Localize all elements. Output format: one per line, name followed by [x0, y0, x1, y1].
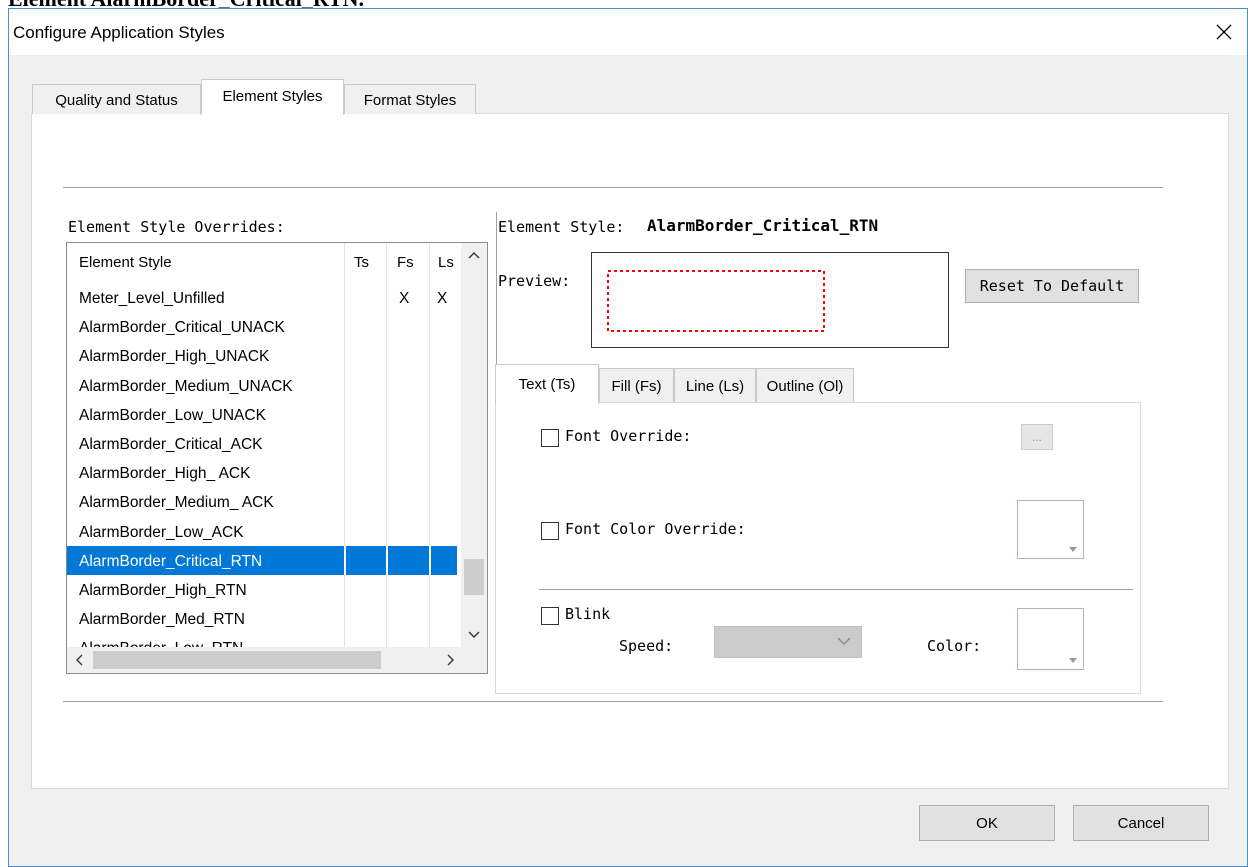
element-style-value: AlarmBorder_Critical_RTN	[647, 216, 879, 235]
tab-format-styles[interactable]: Format Styles	[344, 84, 476, 114]
table-row[interactable]: AlarmBorder_High_RTN	[67, 575, 457, 604]
element-style-label: Element Style:	[498, 218, 625, 236]
preview-box	[591, 252, 949, 348]
dialog-title: Configure Application Styles	[13, 23, 225, 42]
table-row[interactable]: AlarmBorder_Medium_ ACK	[67, 487, 457, 516]
element-style-name: AlarmBorder_Medium_UNACK	[79, 377, 293, 395]
table-row[interactable]: AlarmBorder_Critical_UNACK	[67, 312, 457, 341]
preview-label: Preview:	[498, 272, 571, 290]
element-style-name: AlarmBorder_Low_ACK	[79, 523, 244, 541]
chevron-down-icon	[468, 631, 480, 638]
font-override-label: Font Override:	[565, 427, 692, 445]
cancel-button[interactable]: Cancel	[1073, 805, 1209, 841]
cell-fs: X	[399, 290, 410, 307]
top-divider	[63, 187, 1163, 188]
list-header: Element Style Ts Fs Ls	[67, 243, 454, 281]
table-row[interactable]: AlarmBorder_Low_UNACK	[67, 400, 457, 429]
column-header-ts[interactable]: Ts	[354, 254, 369, 271]
column-header-ls[interactable]: Ls	[438, 254, 454, 271]
element-style-name: AlarmBorder_Critical_ACK	[79, 435, 263, 453]
close-button[interactable]	[1207, 15, 1241, 49]
tab-quality-and-status[interactable]: Quality and Status	[32, 84, 201, 114]
table-row[interactable]: Meter_Level_Unfilled X X	[67, 283, 457, 312]
cell-separator	[429, 545, 431, 575]
scroll-up-button[interactable]	[461, 243, 487, 267]
element-style-name: AlarmBorder_High_RTN	[79, 581, 247, 599]
table-row[interactable]: AlarmBorder_Med_RTN	[67, 604, 457, 633]
table-row[interactable]: AlarmBorder_High_ ACK	[67, 458, 457, 487]
font-override-checkbox[interactable]	[541, 429, 559, 447]
horizontal-scroll-thumb[interactable]	[93, 651, 381, 669]
ok-button[interactable]: OK	[919, 805, 1055, 841]
dropdown-arrow-icon	[1069, 547, 1077, 552]
table-row[interactable]: AlarmBorder_Critical_ACK	[67, 429, 457, 458]
font-color-override-checkbox[interactable]	[541, 522, 559, 540]
font-color-override-label: Font Color Override:	[565, 520, 746, 538]
scroll-left-button[interactable]	[67, 647, 91, 673]
bottom-divider	[63, 701, 1163, 702]
table-row[interactable]: AlarmBorder_Medium_UNACK	[67, 371, 457, 400]
scrollbar-corner	[461, 647, 487, 673]
speed-label: Speed:	[619, 637, 674, 655]
close-icon	[1216, 24, 1232, 40]
cell-ls: X	[437, 290, 448, 307]
blink-label: Blink	[565, 605, 611, 623]
table-row[interactable]: AlarmBorder_Low_ACK	[67, 517, 457, 546]
element-style-name: AlarmBorder_Critical_RTN	[79, 552, 263, 570]
speed-select[interactable]	[714, 626, 862, 658]
list-rows: Meter_Level_Unfilled X X AlarmBorder_Critic…	[67, 283, 457, 662]
blink-checkbox[interactable]	[541, 607, 559, 625]
chevron-up-icon	[468, 252, 480, 259]
column-header-fs[interactable]: Fs	[397, 254, 414, 271]
tab-text[interactable]: Text (Ts)	[495, 364, 599, 404]
horizontal-scrollbar[interactable]	[67, 647, 463, 673]
tab-outline[interactable]: Outline (Ol)	[756, 368, 854, 402]
tab-fill[interactable]: Fill (Fs)	[599, 368, 674, 402]
element-styles-tab-page: Element Style Overrides: Element Style T…	[31, 113, 1229, 789]
blink-color-label: Color:	[927, 637, 982, 655]
element-style-name: AlarmBorder_High_UNACK	[79, 348, 270, 366]
blink-divider	[539, 589, 1133, 590]
element-style-overrides-list[interactable]: Element Style Ts Fs Ls Meter_Level_Unfil…	[66, 242, 488, 674]
overrides-label: Element Style Overrides:	[68, 218, 285, 236]
element-style-name: AlarmBorder_Medium_ ACK	[79, 494, 274, 512]
reset-to-default-button[interactable]: Reset To Default	[965, 269, 1139, 303]
scroll-right-button[interactable]	[439, 647, 463, 673]
alarm-border-preview	[607, 270, 825, 332]
chevron-down-icon	[837, 637, 851, 645]
chevron-left-icon	[76, 654, 83, 666]
title-bar: Configure Application Styles	[9, 9, 1247, 55]
tab-line[interactable]: Line (Ls)	[674, 368, 756, 402]
cell-separator	[386, 545, 388, 575]
dropdown-arrow-icon	[1069, 658, 1077, 663]
vertical-scroll-thumb[interactable]	[464, 559, 484, 595]
vertical-scrollbar[interactable]	[461, 243, 487, 647]
configure-application-styles-dialog: Configure Application Styles Element Sty…	[8, 8, 1248, 867]
column-header-element-style[interactable]: Element Style	[79, 254, 172, 271]
table-row[interactable]: AlarmBorder_High_UNACK	[67, 341, 457, 370]
element-style-name: AlarmBorder_Low_UNACK	[79, 406, 266, 424]
element-style-name: Meter_Level_Unfilled	[79, 290, 225, 307]
blink-color-picker[interactable]	[1017, 608, 1084, 670]
element-style-name: AlarmBorder_Med_RTN	[79, 611, 245, 629]
font-color-picker[interactable]	[1017, 500, 1084, 559]
table-row-selected[interactable]: AlarmBorder_Critical_RTN	[67, 545, 457, 575]
element-style-name: AlarmBorder_High_ ACK	[79, 465, 251, 483]
scroll-down-button[interactable]	[461, 623, 487, 647]
tab-element-styles[interactable]: Element Styles	[201, 79, 344, 115]
cell-separator	[344, 545, 346, 575]
element-style-name: AlarmBorder_Critical_UNACK	[79, 319, 285, 337]
chevron-right-icon	[447, 654, 454, 666]
font-browse-button[interactable]: ...	[1021, 424, 1053, 450]
